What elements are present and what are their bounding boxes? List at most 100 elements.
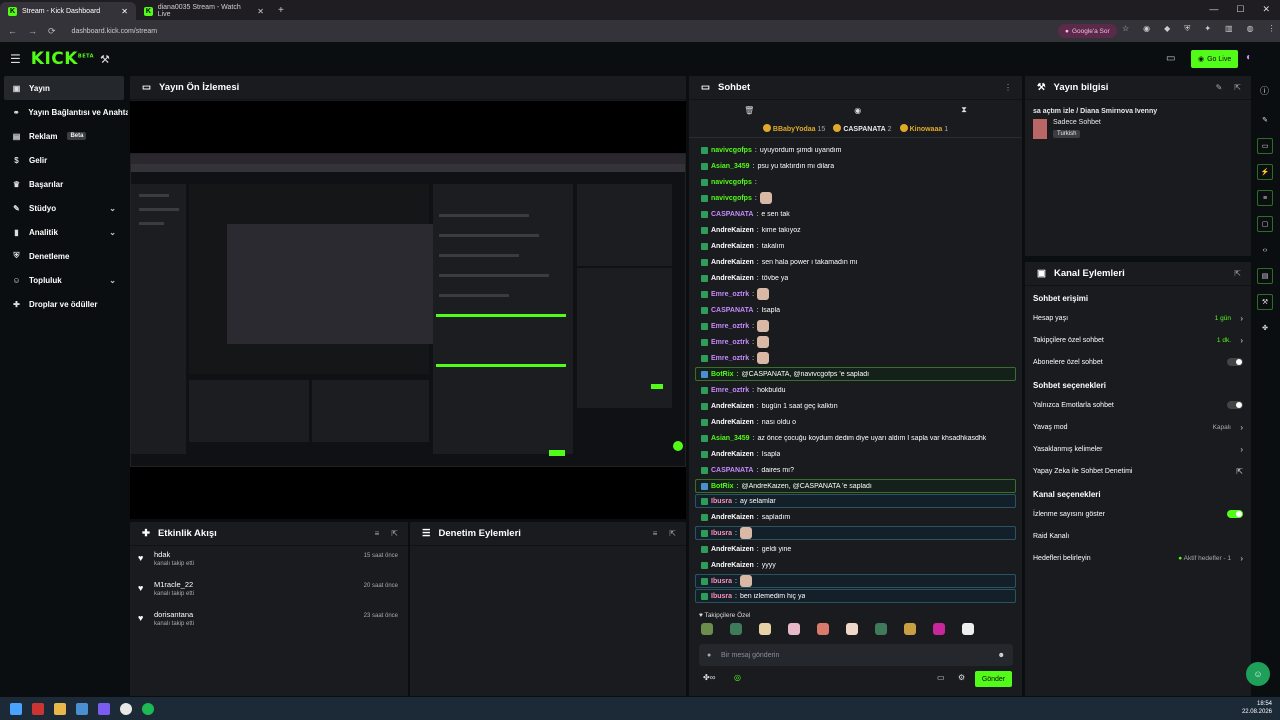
chat-username[interactable]: Asian_3459	[711, 435, 750, 442]
support-chat-icon[interactable]: ☺	[1246, 662, 1270, 686]
taskbar-app-icon[interactable]	[98, 702, 110, 715]
chat-message[interactable]: AndreKaizen: geldi yine	[689, 541, 1022, 557]
emote-only-toggle[interactable]	[1227, 401, 1243, 409]
chrome-icon[interactable]	[120, 702, 132, 715]
rail-more-icon[interactable]: ✤	[1257, 320, 1273, 336]
taskbar-app-icon[interactable]	[32, 702, 44, 715]
menu-dots-icon[interactable]: ⋮	[1268, 24, 1276, 34]
hourglass-icon[interactable]: ⧗	[961, 105, 967, 115]
subs-chat-toggle[interactable]	[1227, 358, 1243, 366]
chat-message[interactable]: AndreKaizen: sapladım	[689, 509, 1022, 525]
browser-tab-kick-dashboard[interactable]: K Stream - Kick Dashboard ✕	[0, 2, 136, 20]
chat-username[interactable]: Emre_oztrk	[711, 323, 749, 330]
rail-chat-icon[interactable]: ▭	[1257, 138, 1273, 154]
emote-icon[interactable]	[730, 623, 742, 635]
sidebar-item-analitik[interactable]: ▮ Analitik ⌄	[0, 220, 128, 244]
slow-mode-row[interactable]: Yavaş mod Kapalı ›	[1025, 416, 1251, 438]
chat-message[interactable]: CASPANATA: daires mı?	[689, 462, 1022, 478]
chat-message[interactable]: AndreKaizen: nası oldu o	[689, 414, 1022, 430]
popout-icon[interactable]: ⇱	[391, 529, 398, 538]
info-icon[interactable]: ⓘ	[1260, 84, 1269, 97]
chat-username[interactable]: AndreKaizen	[711, 243, 754, 250]
chat-message[interactable]: Asian_3459: psu yu taktırdın mı dilara	[689, 158, 1022, 174]
points-icon[interactable]: ◎	[734, 673, 741, 682]
chat-message[interactable]: navivcgofps: uyuyordum şimdi uyandım	[689, 142, 1022, 158]
rail-wrench-icon[interactable]: ⚒	[1257, 294, 1273, 310]
sidebar-item-basarilar[interactable]: ♛ Başarılar	[0, 172, 128, 196]
rail-code-icon[interactable]: ‹›	[1257, 242, 1273, 258]
chat-username[interactable]: AndreKaizen	[711, 259, 754, 266]
bookmark-star-icon[interactable]: ☆	[1122, 24, 1129, 34]
emote-icon[interactable]	[875, 623, 887, 635]
sidebar-item-reklam[interactable]: ▤ Reklam Beta	[0, 124, 128, 148]
chat-message[interactable]: AndreKaizen: takalım	[689, 238, 1022, 254]
new-tab-icon[interactable]: +	[278, 5, 284, 16]
chat-message[interactable]: Emre_oztrk:	[689, 286, 1022, 302]
google-ask-button[interactable]: ● Google'a Sor	[1058, 24, 1117, 38]
extension-icon[interactable]: ◆	[1164, 24, 1170, 34]
goals-row[interactable]: Hedefleri belirleyin ● Aktif hedefler - 1…	[1025, 547, 1251, 569]
emote-icon[interactable]	[962, 623, 974, 635]
chat-message[interactable]: AndreKaizen: kime takıyoz	[689, 222, 1022, 238]
chat-message[interactable]: Ibusra: ay selamlar	[695, 494, 1016, 508]
windows-start-icon[interactable]	[10, 702, 22, 715]
shield-ext-icon[interactable]: ⛨	[1184, 24, 1190, 34]
sidebar-item-yayin[interactable]: ▣ Yayın	[4, 76, 124, 100]
chat-message[interactable]: Ibusra: ben izlemedim hiç ya	[695, 589, 1016, 603]
chat-message[interactable]: AndreKaizen: İsapla	[689, 446, 1022, 462]
chat-username[interactable]: Ibusra	[711, 498, 732, 505]
close-tab-icon[interactable]: ✕	[121, 7, 128, 16]
chat-username[interactable]: BotRix	[711, 483, 734, 490]
emote-icon[interactable]	[817, 623, 829, 635]
chat-message[interactable]: navivcgofps:	[689, 174, 1022, 190]
rail-bolt-icon[interactable]: ⚡	[1257, 164, 1273, 180]
send-button[interactable]: Gönder	[975, 671, 1012, 687]
popout-icon[interactable]: ⇱	[1234, 83, 1241, 92]
chat-username[interactable]: CASPANATA	[711, 307, 753, 314]
chat-message[interactable]: Asian_3459: az önce çocuğu koydum dedim d…	[689, 430, 1022, 446]
chat-username[interactable]: Emre_oztrk	[711, 339, 749, 346]
rail-layout-icon[interactable]: ▤	[1257, 268, 1273, 284]
chat-username[interactable]: CASPANATA	[711, 211, 753, 218]
sidebar-item-topluluk[interactable]: ☺ Topluluk ⌄	[0, 268, 128, 292]
popout-icon[interactable]: ⇱	[1234, 269, 1241, 278]
ai-moderation-row[interactable]: Yapay Zeka ile Sohbet Denetimi ⇱	[1025, 460, 1251, 482]
hamburger-menu-icon[interactable]: ☰	[10, 52, 21, 66]
edit-icon[interactable]: ✎	[1216, 83, 1223, 92]
gear-icon[interactable]: ⚙	[958, 673, 965, 682]
chat-username[interactable]: navivcgofps	[711, 195, 752, 202]
chat-message[interactable]: Ibusra:	[695, 526, 1016, 540]
chat-username[interactable]: AndreKaizen	[711, 514, 754, 521]
url-text[interactable]: dashboard.kick.com/stream	[72, 28, 158, 35]
chat-username[interactable]: navivcgofps	[711, 147, 752, 154]
followers-chat-row[interactable]: Takipçilere özel sohbet 1 dk. ›	[1025, 329, 1251, 351]
spotify-icon[interactable]	[142, 702, 154, 715]
chat-username[interactable]: AndreKaizen	[711, 562, 754, 569]
chat-username[interactable]: BotRix	[711, 371, 734, 378]
broadcast-icon[interactable]: ▭	[1166, 53, 1175, 64]
raid-row[interactable]: Raid Kanalı	[1025, 525, 1251, 547]
chat-settings-extra-icon[interactable]: ✤∞	[703, 673, 715, 682]
account-age-row[interactable]: Hesap yaşı 1 gün ›	[1025, 307, 1251, 329]
taskbar-clock[interactable]: 18:54 22.08.2026	[1242, 700, 1272, 716]
chat-message[interactable]: navivcgofps:	[689, 190, 1022, 206]
chat-username[interactable]: AndreKaizen	[711, 275, 754, 282]
sidebar-item-gelir[interactable]: $ Gelir	[0, 148, 128, 172]
emote-icon[interactable]	[759, 623, 771, 635]
show-viewers-toggle[interactable]	[1227, 510, 1243, 518]
chat-message[interactable]: CASPANATA: e sen tak	[689, 206, 1022, 222]
sidepanel-icon[interactable]: ▥	[1225, 24, 1233, 34]
chat-username[interactable]: Emre_oztrk	[711, 291, 749, 298]
chat-message-input[interactable]: ● Bir mesaj gönderin ☻	[699, 644, 1013, 666]
pencil-icon[interactable]: ✎	[1257, 112, 1273, 128]
chat-username[interactable]: AndreKaizen	[711, 419, 754, 426]
browser-tab-watch-live[interactable]: K diana0035 Stream - Watch Live ✕	[136, 2, 272, 20]
chat-username[interactable]: navivcgofps	[711, 179, 752, 186]
go-live-button[interactable]: ◉ Go Live	[1191, 50, 1239, 68]
chat-username[interactable]: Emre_oztrk	[711, 355, 749, 362]
top-gifter[interactable]: CASPANATA 2	[833, 124, 892, 133]
file-explorer-icon[interactable]	[54, 702, 66, 715]
emoji-icon[interactable]: ☻	[998, 652, 1005, 659]
chat-username[interactable]: AndreKaizen	[711, 546, 754, 553]
chat-username[interactable]: Ibusra	[711, 530, 732, 537]
